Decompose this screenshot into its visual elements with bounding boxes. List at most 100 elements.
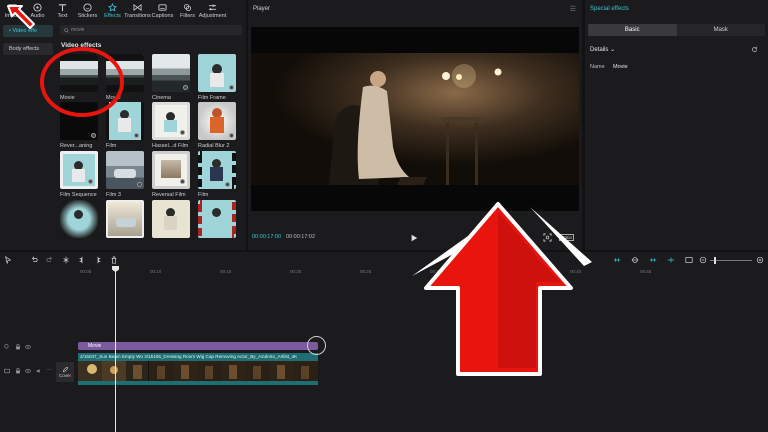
reset-icon[interactable]: [751, 46, 758, 53]
tool-import-label: Import: [4, 13, 21, 19]
play-icon[interactable]: [410, 234, 418, 242]
fullscreen-icon[interactable]: [543, 233, 552, 242]
tab-mask[interactable]: Mask: [677, 24, 766, 36]
effect-card-movie-2[interactable]: Movie: [106, 54, 144, 101]
zoom-slider[interactable]: [710, 257, 752, 264]
tool-import[interactable]: Import: [0, 0, 25, 22]
card-label: Film Frame: [198, 95, 226, 101]
more-icon[interactable]: ···: [46, 367, 52, 373]
tool-audio[interactable]: Audio: [25, 0, 50, 22]
effect-card-film[interactable]: Film: [106, 102, 144, 149]
ruler-tick: 00:45: [640, 269, 652, 274]
lock-icon[interactable]: [15, 344, 21, 350]
thumb-image: [198, 102, 236, 140]
tool-effects[interactable]: Effects: [100, 0, 125, 22]
card-label: Film Sequence: [60, 192, 97, 198]
zoom-out-icon[interactable]: [699, 256, 707, 264]
thumb-image: [60, 102, 98, 140]
volume-icon[interactable]: [36, 368, 42, 374]
tool-adjustment[interactable]: Adjustment: [199, 0, 226, 22]
nav-video-effects[interactable]: • Video effe: [3, 25, 53, 37]
search-icon: [64, 27, 69, 33]
effect-card-reversal-film[interactable]: Reversal Film: [152, 151, 190, 198]
effect-card-row4-4[interactable]: [198, 200, 236, 241]
thumb-image: [198, 151, 236, 189]
transitions-icon: [133, 3, 142, 12]
tool-captions[interactable]: Captions: [150, 0, 175, 22]
cover-label: Cover: [58, 372, 71, 378]
menu-icon[interactable]: ☰: [570, 5, 576, 13]
effect-card-film-frame[interactable]: Film Frame: [198, 54, 236, 101]
select-cursor-icon[interactable]: [4, 256, 12, 264]
effect-card-row4-3[interactable]: [152, 200, 190, 241]
video-clip[interactable]: [78, 361, 318, 381]
effect-card-film-2[interactable]: Film: [198, 151, 236, 198]
zoom-slider-handle[interactable]: [714, 257, 716, 264]
thumb-image: [152, 102, 190, 140]
effect-card-cinema[interactable]: Cinema: [152, 54, 190, 101]
video-clip-title[interactable]: 2/15047_Sun Beam Empty Wo 3/15106_Dressi…: [78, 353, 318, 361]
thumb-image: [106, 200, 144, 238]
lock-icon[interactable]: [15, 368, 21, 374]
cover-button[interactable]: Cover: [56, 362, 74, 382]
ratio-button[interactable]: Ratio: [559, 234, 574, 241]
card-label: Cinema: [152, 95, 171, 101]
effect-card-row4-2[interactable]: [106, 200, 144, 241]
ruler-tick: 00:20: [290, 269, 302, 274]
split-right-icon[interactable]: [94, 256, 102, 264]
tool-filters[interactable]: Filters: [175, 0, 200, 22]
search-input[interactable]: movie: [60, 25, 242, 35]
split-icon[interactable]: [62, 256, 70, 264]
ruler-tick: 00:40: [570, 269, 582, 274]
eye-icon[interactable]: [25, 344, 31, 350]
time-ruler[interactable]: 00:05 00:10 00:15 00:20 00:25 00:30 00:3…: [78, 269, 768, 277]
tool-transitions-label: Transitions: [124, 13, 151, 19]
card-label: Movie: [106, 95, 121, 101]
download-icon: [229, 85, 234, 90]
eye-icon[interactable]: [25, 368, 31, 374]
effect-clip[interactable]: Movie: [78, 342, 318, 350]
video-frame-image: [251, 27, 579, 211]
redo-icon[interactable]: [46, 256, 54, 264]
sticker-icon: [83, 3, 92, 12]
magnet-icon[interactable]: [667, 256, 675, 264]
link-icon[interactable]: [613, 256, 621, 264]
details-label: Details: [590, 47, 609, 53]
card-label: Film: [198, 192, 209, 198]
delete-icon[interactable]: [110, 256, 118, 264]
effect-card-reverse-aning[interactable]: Rever...aning: [60, 102, 98, 149]
undo-icon[interactable]: [30, 256, 38, 264]
effect-card-radial-blur-2[interactable]: Radial Blur 2: [198, 102, 236, 149]
effect-card-film-sequence[interactable]: Film Sequence: [60, 151, 98, 198]
search-track-icon[interactable]: [4, 344, 10, 350]
current-time: 00:00:17:00: [252, 234, 282, 240]
download-icon: [225, 182, 230, 187]
card-label: Reversal Film: [152, 192, 186, 198]
effect-card-film-3[interactable]: Film 3: [106, 151, 144, 198]
effect-card-movie[interactable]: Movie: [60, 54, 98, 101]
card-label: Movie: [60, 95, 75, 101]
download-icon: [91, 133, 96, 138]
tool-text[interactable]: Text: [50, 0, 75, 22]
zoom-in-icon[interactable]: [756, 256, 764, 264]
snap-icon[interactable]: [631, 256, 639, 264]
download-icon: [183, 85, 188, 90]
download-icon: [180, 130, 185, 135]
tool-text-label: Text: [57, 13, 68, 19]
tool-transitions[interactable]: Transitions: [124, 0, 151, 22]
total-time: 00:00:17:02: [286, 234, 316, 240]
download-icon: [180, 179, 185, 184]
thumb-image: [198, 200, 236, 238]
tool-stickers[interactable]: Stickers: [75, 0, 100, 22]
details-heading[interactable]: Details ⌄: [590, 46, 615, 53]
effect-card-hasselblad-film[interactable]: Hassel...d Film: [152, 102, 190, 149]
split-left-icon[interactable]: [78, 256, 86, 264]
nav-body-effects[interactable]: Body effects: [3, 43, 53, 55]
track-icon[interactable]: [4, 368, 10, 374]
preview-axis-icon[interactable]: [649, 256, 657, 264]
caption-icon[interactable]: [685, 256, 693, 264]
effect-card-row4-1[interactable]: [60, 200, 98, 241]
playhead[interactable]: [112, 266, 119, 432]
name-label: Name: [590, 64, 605, 70]
tab-basic[interactable]: Basic: [588, 24, 677, 36]
